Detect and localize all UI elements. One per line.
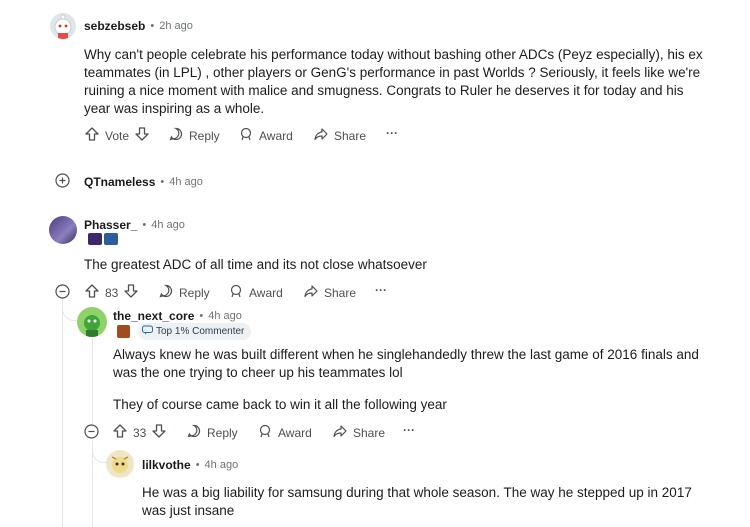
vote-control: 83 — [85, 284, 139, 301]
share-label: Share — [353, 425, 386, 440]
share-label: Share — [324, 285, 357, 300]
award-label: Award — [259, 128, 293, 143]
comment-timestamp[interactable]: 4h ago — [208, 310, 242, 322]
share-label: Share — [334, 128, 367, 143]
comment-username[interactable]: sebzebseb — [84, 19, 145, 33]
expand-icon[interactable] — [55, 173, 70, 193]
share-icon — [304, 284, 318, 301]
award-icon — [229, 284, 243, 301]
collapse-icon[interactable] — [84, 424, 99, 444]
flair-icon — [104, 233, 118, 245]
comment-timestamp[interactable]: 4h ago — [169, 176, 203, 188]
more-options-button[interactable]: ··· — [375, 283, 387, 297]
avatar[interactable] — [106, 450, 134, 478]
award-label: Award — [249, 285, 283, 300]
comment-timestamp[interactable]: 4h ago — [151, 219, 185, 231]
comment-username[interactable]: QTnameless — [84, 175, 155, 189]
separator: • — [160, 176, 165, 188]
award-icon — [239, 127, 253, 144]
reply-label: Reply — [179, 285, 210, 300]
more-options-button[interactable]: ··· — [386, 126, 398, 140]
downvote-icon[interactable] — [124, 284, 139, 301]
comment-body: They of course came back to win it all t… — [113, 397, 447, 412]
more-options-button[interactable]: ··· — [403, 423, 415, 437]
reply-icon — [159, 284, 173, 301]
vote-control: Vote — [85, 127, 149, 144]
thread-line — [92, 338, 93, 424]
avatar[interactable] — [49, 216, 77, 244]
reply-button[interactable]: Reply — [159, 284, 210, 301]
separator: • — [150, 20, 155, 32]
vote-label: Vote — [105, 128, 130, 143]
vote-score: 33 — [133, 425, 147, 440]
share-icon — [314, 127, 328, 144]
user-flair — [88, 233, 118, 245]
upvote-icon[interactable] — [85, 284, 99, 301]
reply-button[interactable]: Reply — [169, 127, 220, 144]
share-icon — [333, 424, 347, 441]
award-button[interactable]: Award — [239, 127, 293, 144]
downvote-icon[interactable] — [135, 127, 149, 144]
comment-body: Why can't people celebrate his performan… — [84, 47, 703, 116]
share-button[interactable]: Share — [304, 284, 356, 301]
comment-username[interactable]: Phasser_ — [84, 218, 137, 232]
thread-line — [62, 300, 63, 527]
reply-icon — [187, 424, 201, 441]
comment-body: The greatest ADC of all time and its not… — [84, 257, 427, 272]
upvote-icon[interactable] — [113, 424, 127, 441]
comment-username[interactable]: the_next_core — [113, 309, 194, 323]
top-commenter-badge[interactable]: Top 1% Commenter — [138, 323, 252, 340]
award-button[interactable]: Award — [229, 284, 283, 301]
award-label: Award — [278, 425, 312, 440]
flair-icon — [117, 325, 130, 338]
comment-timestamp[interactable]: 4h ago — [205, 459, 239, 471]
collapse-icon[interactable] — [55, 284, 70, 304]
award-icon — [258, 424, 272, 441]
separator: • — [195, 459, 200, 471]
reply-icon — [169, 127, 183, 144]
reply-label: Reply — [189, 128, 220, 143]
comment-body: He was a big liability for samsung durin… — [142, 485, 692, 518]
reply-button[interactable]: Reply — [187, 424, 238, 441]
vote-control: 33 — [113, 424, 167, 441]
separator: • — [199, 310, 204, 322]
avatar[interactable] — [77, 307, 107, 337]
comment-body: Always knew he was built different when … — [113, 347, 699, 380]
badge-label: Top 1% Commenter — [156, 326, 245, 337]
avatar[interactable] — [50, 13, 76, 39]
reply-label: Reply — [207, 425, 238, 440]
separator: • — [142, 219, 147, 231]
downvote-icon[interactable] — [152, 424, 167, 441]
commenter-badge-icon — [142, 325, 153, 338]
share-button[interactable]: Share — [333, 424, 385, 441]
share-button[interactable]: Share — [314, 127, 366, 144]
flair-icon — [88, 233, 102, 245]
comment-timestamp[interactable]: 2h ago — [159, 20, 193, 32]
comment-username[interactable]: lilkvothe — [142, 458, 191, 472]
vote-score: 83 — [105, 285, 119, 300]
award-button[interactable]: Award — [258, 424, 312, 441]
upvote-icon[interactable] — [85, 127, 99, 144]
